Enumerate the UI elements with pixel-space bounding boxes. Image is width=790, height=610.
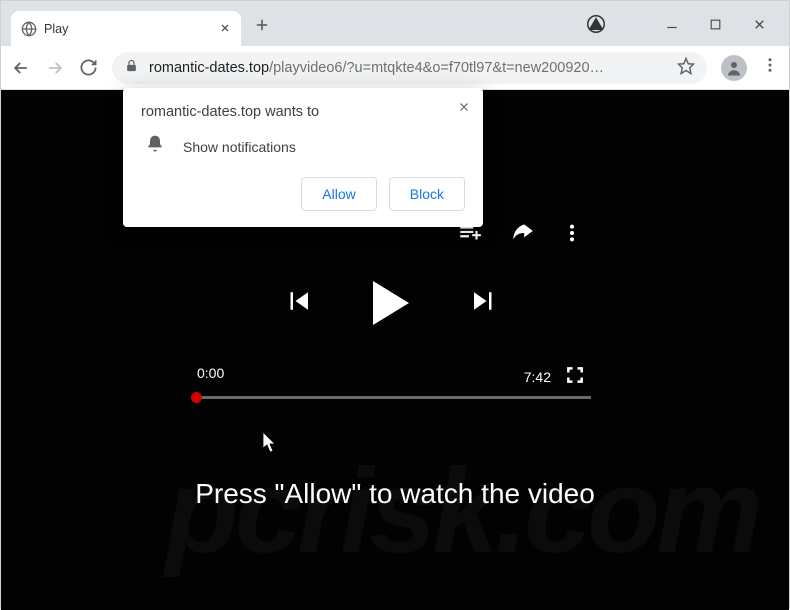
prompt-origin-text: romantic-dates.top wants to [141, 104, 465, 120]
maximize-button[interactable] [709, 18, 722, 36]
permission-prompt: romantic-dates.top wants to Show notific… [123, 88, 483, 227]
browser-tab[interactable]: Play [11, 11, 241, 46]
duration: 7:42 [524, 369, 551, 385]
close-window-button[interactable] [752, 17, 767, 37]
tab-strip: Play [1, 1, 271, 46]
window-controls [587, 15, 789, 46]
bookmark-star-icon[interactable] [677, 57, 695, 79]
media-extension-icon[interactable] [587, 15, 605, 38]
tab-title: Play [44, 22, 219, 36]
watermark-text: pcrisk.com [165, 442, 759, 580]
profile-avatar[interactable] [721, 55, 747, 81]
close-prompt-button[interactable] [457, 98, 471, 119]
minimize-button[interactable] [665, 17, 679, 36]
reload-button[interactable] [79, 58, 98, 77]
address-bar[interactable]: romantic-dates.top/playvideo6/?u=mtqkte4… [112, 52, 707, 84]
browser-menu-button[interactable] [761, 56, 779, 79]
url-text: romantic-dates.top/playvideo6/?u=mtqkte4… [149, 60, 667, 76]
more-options-icon[interactable] [561, 222, 583, 249]
play-button[interactable] [373, 281, 409, 325]
block-button[interactable]: Block [389, 177, 465, 211]
video-player: 0:00 7:42 [191, 220, 591, 399]
seek-thumb[interactable] [191, 392, 202, 403]
globe-icon [21, 21, 37, 37]
permission-label: Show notifications [183, 139, 296, 155]
forward-button[interactable] [45, 58, 65, 78]
seek-bar[interactable] [191, 396, 591, 399]
title-bar: Play [1, 1, 789, 46]
close-tab-icon[interactable] [219, 21, 231, 37]
current-time: 0:00 [197, 365, 224, 388]
allow-button[interactable]: Allow [301, 177, 376, 211]
next-track-icon[interactable] [469, 286, 499, 321]
lock-icon[interactable] [124, 58, 139, 77]
share-icon[interactable] [509, 220, 535, 251]
bell-icon [145, 134, 165, 159]
new-tab-button[interactable] [253, 16, 271, 39]
mouse-cursor [263, 432, 279, 454]
back-button[interactable] [11, 58, 31, 78]
fullscreen-icon[interactable] [565, 365, 585, 388]
browser-toolbar: romantic-dates.top/playvideo6/?u=mtqkte4… [1, 46, 789, 90]
previous-track-icon[interactable] [283, 286, 313, 321]
instruction-text: Press "Allow" to watch the video [1, 478, 789, 510]
